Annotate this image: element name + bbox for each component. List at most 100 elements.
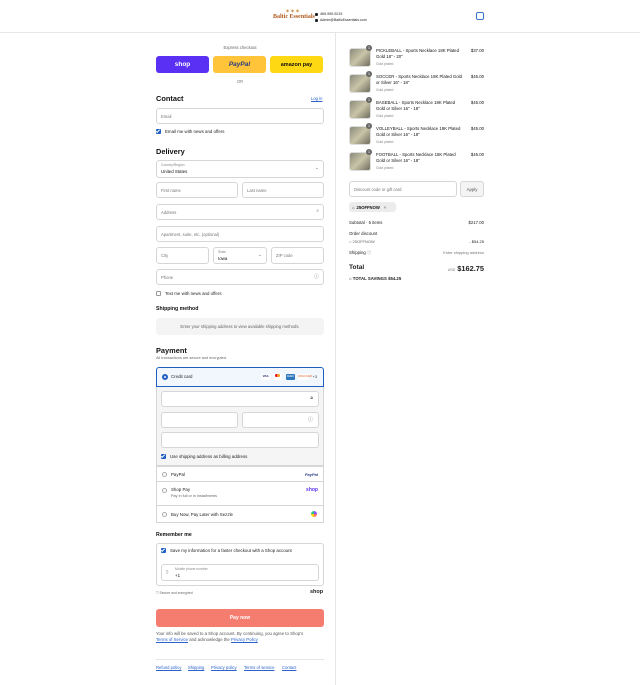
- shop-pay-option-label: Shop Pay: [171, 487, 191, 492]
- sezzle-option-label: Buy Now, Pay Later with Sezzle: [171, 512, 233, 517]
- security-code-field[interactable]: ⓘ: [242, 412, 319, 428]
- credit-card-label: Credit card: [171, 374, 193, 379]
- first-name-field[interactable]: First name: [156, 182, 238, 198]
- item-name: SOCCER - Sports Necklace 18K Plated Gold…: [376, 74, 462, 86]
- order-discount-value: - $54.25: [469, 239, 484, 244]
- billing-checkbox[interactable]: [161, 454, 166, 459]
- discount-tag: ⌂ 25OFFNOW ×: [349, 202, 396, 212]
- chevron-down-icon: ⌄: [257, 252, 262, 258]
- terms-of-service-link[interactable]: Terms of Service: [156, 637, 188, 642]
- close-icon[interactable]: ×: [384, 205, 386, 210]
- item-qty-badge: 1: [366, 97, 372, 103]
- country-select[interactable]: Country/Region United States ⌄: [156, 160, 324, 178]
- payment-note: All transactions are secure and encrypte…: [156, 356, 227, 360]
- amex-icon: AMEX: [285, 374, 295, 380]
- more-cards: +3: [312, 375, 317, 380]
- item-variant: Gold plated: [376, 166, 394, 170]
- state-value: Iowa: [218, 256, 228, 261]
- shipping-link[interactable]: Shipping: [188, 665, 204, 670]
- refund-policy-link[interactable]: Refund policy: [156, 665, 181, 670]
- shipping-note: Enter your shipping address to view avai…: [156, 318, 324, 335]
- help-icon[interactable]: ⓘ: [366, 250, 371, 255]
- card-brands: VISA AMEX DISCOVER +3: [259, 374, 317, 380]
- item-price: $37.00: [470, 48, 484, 53]
- item-variant: Gold plated: [376, 62, 394, 66]
- paypal-option-label: PayPal: [171, 472, 185, 477]
- logo[interactable]: ✶✶✶ Baltic Essentials: [273, 9, 315, 23]
- item-name: VOLLEYBALL - Sports Necklace 18K Plated …: [376, 126, 461, 138]
- terms-link[interactable]: Terms of service: [244, 665, 274, 670]
- item-name: BASEBALL - Sports Necklace 18K Plated Go…: [376, 100, 456, 112]
- zip-field[interactable]: ZIP code: [271, 247, 324, 264]
- save-info-checkbox[interactable]: [161, 548, 166, 553]
- email-placeholder: Email: [161, 113, 172, 119]
- mobile-phone-field[interactable]: ▯ Mobile phone number +1: [161, 564, 319, 581]
- paypal-button[interactable]: PayPal: [213, 56, 266, 73]
- total-savings: ⌂ TOTAL SAVINGS $54.25: [349, 276, 484, 281]
- paypal-radio[interactable]: [162, 472, 167, 477]
- contact-link[interactable]: Contact: [282, 665, 296, 670]
- credit-card-option[interactable]: Credit card VISA AMEX DISCOVER +3: [156, 367, 324, 387]
- mobile-phone-value: +1: [175, 573, 181, 578]
- shipping-row: Shipping ⓘ Enter shipping address: [349, 250, 484, 256]
- mobile-phone-label: Mobile phone number: [175, 567, 208, 571]
- help-icon[interactable]: ⓘ: [308, 416, 313, 423]
- phone-field[interactable]: Phone ⓘ: [156, 269, 324, 285]
- last-name-field[interactable]: Last name: [242, 182, 324, 198]
- item-qty-badge: 1: [366, 149, 372, 155]
- shop-pay-option[interactable]: Shop Pay Pay in full or in installments …: [156, 482, 324, 506]
- name-on-card-field[interactable]: [161, 432, 319, 448]
- last-name-placeholder: Last name: [247, 187, 267, 193]
- shop-pay-button[interactable]: shop: [156, 56, 209, 73]
- apply-button[interactable]: Apply: [460, 181, 484, 197]
- shipping-label: Shipping: [349, 250, 366, 255]
- store-contact: 469-990-9215 Admin@BalticEssentials.com: [315, 11, 367, 23]
- delivery-heading: Delivery: [156, 147, 185, 156]
- address-field[interactable]: Address ⌕: [156, 204, 324, 220]
- item-qty-badge: 1: [366, 45, 372, 51]
- apartment-field[interactable]: Apartment, suite, etc. (optional): [156, 226, 324, 242]
- contact-heading: Contact: [156, 94, 184, 103]
- sezzle-option[interactable]: Buy Now, Pay Later with Sezzle: [156, 506, 324, 523]
- store-email: Admin@BalticEssentials.com: [320, 18, 367, 22]
- total-label: Total: [349, 264, 365, 271]
- total-currency: USD: [447, 268, 456, 272]
- email-field[interactable]: Email: [156, 108, 324, 124]
- news-checkbox[interactable]: [156, 129, 161, 134]
- sezzle-logo-icon: [311, 511, 317, 517]
- help-icon[interactable]: ⓘ: [314, 273, 319, 280]
- country-value: United States: [161, 169, 188, 174]
- item-variant: Gold plated: [376, 88, 394, 92]
- shopping-bag-icon[interactable]: [476, 12, 484, 20]
- card-number-field[interactable]: 🔒︎: [161, 391, 319, 407]
- sezzle-radio[interactable]: [162, 512, 167, 517]
- state-select[interactable]: State Iowa ⌄: [213, 247, 267, 264]
- mobile-icon: ▯: [166, 569, 169, 574]
- phone-icon: [315, 12, 318, 16]
- discount-code-field[interactable]: Discount code or gift card: [349, 181, 457, 197]
- privacy-policy-link[interactable]: Privacy Policy: [231, 637, 258, 642]
- expiration-field[interactable]: [161, 412, 238, 428]
- pay-now-button[interactable]: Pay now: [156, 609, 324, 627]
- text-news-checkbox[interactable]: [156, 291, 161, 296]
- total-value: $162.75: [457, 264, 484, 273]
- credit-card-radio[interactable]: [162, 374, 168, 380]
- remember-heading: Remember me: [156, 532, 192, 538]
- city-field[interactable]: City: [156, 247, 209, 264]
- shop-pay-radio[interactable]: [162, 488, 167, 493]
- apply-label: Apply: [466, 186, 478, 192]
- amazon-pay-button[interactable]: amazon pay: [270, 56, 323, 73]
- item-price: $45.00: [470, 74, 484, 79]
- total-row: Total USD $162.75: [349, 264, 484, 273]
- paypal-label: PayPal: [228, 61, 251, 68]
- shipping-heading: Shipping method: [156, 306, 199, 312]
- logo-text: Baltic Essentials: [273, 14, 315, 20]
- savings-value: $54.25: [388, 276, 402, 281]
- login-link[interactable]: Log in: [311, 96, 322, 101]
- subtotal-row: Subtotal · 5 items $217.00: [349, 220, 484, 225]
- privacy-link[interactable]: Privacy policy: [211, 665, 237, 670]
- visa-icon: VISA: [261, 374, 271, 380]
- text-news-label: Text me with news and offers: [165, 291, 222, 296]
- item-variant: Gold plated: [376, 114, 394, 118]
- paypal-option[interactable]: PayPal PayPal: [156, 466, 324, 482]
